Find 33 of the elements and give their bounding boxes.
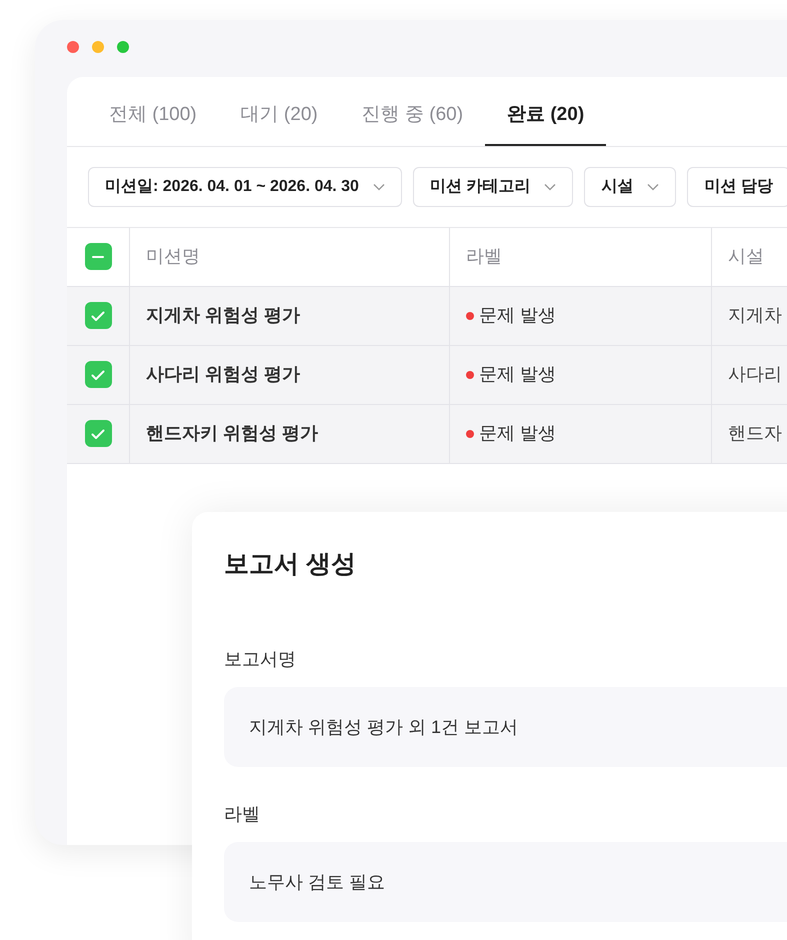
field-label: 보고서명 (224, 648, 297, 670)
filter-dropdown[interactable]: 미션일: 2026. 04. 01 ~ 2026. 04. 30 (88, 166, 402, 206)
table-cell-text: 지게차 (728, 304, 782, 327)
table-cell-text: 사다리 (728, 363, 782, 386)
chevron-down-icon (647, 182, 660, 190)
input-field[interactable]: 노무사 검토 필요 (224, 842, 787, 922)
table-row[interactable]: 사다리 위험성 평가 문제 발생 사다리 (67, 346, 787, 404)
checkbox[interactable] (84, 361, 112, 388)
table-cell-text: 지게차 위험성 평가 (146, 304, 300, 327)
table-row[interactable]: 핸드자키 위험성 평가 문제 발생 핸드자 (67, 404, 787, 464)
table-row[interactable]: 지게차 위험성 평가 문제 발생 지게차 (67, 286, 787, 346)
chevron-down-icon (372, 182, 385, 190)
table-cell-text: 문제 발생 (479, 422, 556, 445)
checkbox[interactable] (84, 420, 112, 447)
table-cell-text: 사다리 위험성 평가 (146, 363, 300, 386)
dialog-title: 보고서 생성 (224, 549, 357, 580)
column-header: 라벨 (466, 245, 502, 268)
column-header: 미션명 (146, 245, 200, 268)
table-cell-text: 문제 발생 (479, 304, 556, 327)
filter-dropdown[interactable]: 미션 담당 (687, 166, 787, 206)
minus-icon (92, 256, 104, 258)
filter-dropdown[interactable]: 시설 (584, 166, 676, 206)
chevron-down-icon (544, 182, 556, 190)
field-label: 라벨 (224, 802, 261, 826)
column-header: 시설 (728, 245, 764, 268)
filter-dropdown[interactable]: 미션 카테고리 (412, 166, 574, 206)
checkbox[interactable] (84, 243, 112, 270)
input-field[interactable]: 지게차 위험성 평가 외 1건 보고서 (224, 686, 787, 766)
table-cell-text: 핸드자키 위험성 평가 (146, 422, 318, 445)
table-cell-text: 핸드자 (728, 422, 782, 445)
tab[interactable]: 완료 (20) (485, 101, 606, 146)
table-cell-text: 문제 발생 (479, 363, 556, 386)
checkbox[interactable] (84, 302, 112, 329)
